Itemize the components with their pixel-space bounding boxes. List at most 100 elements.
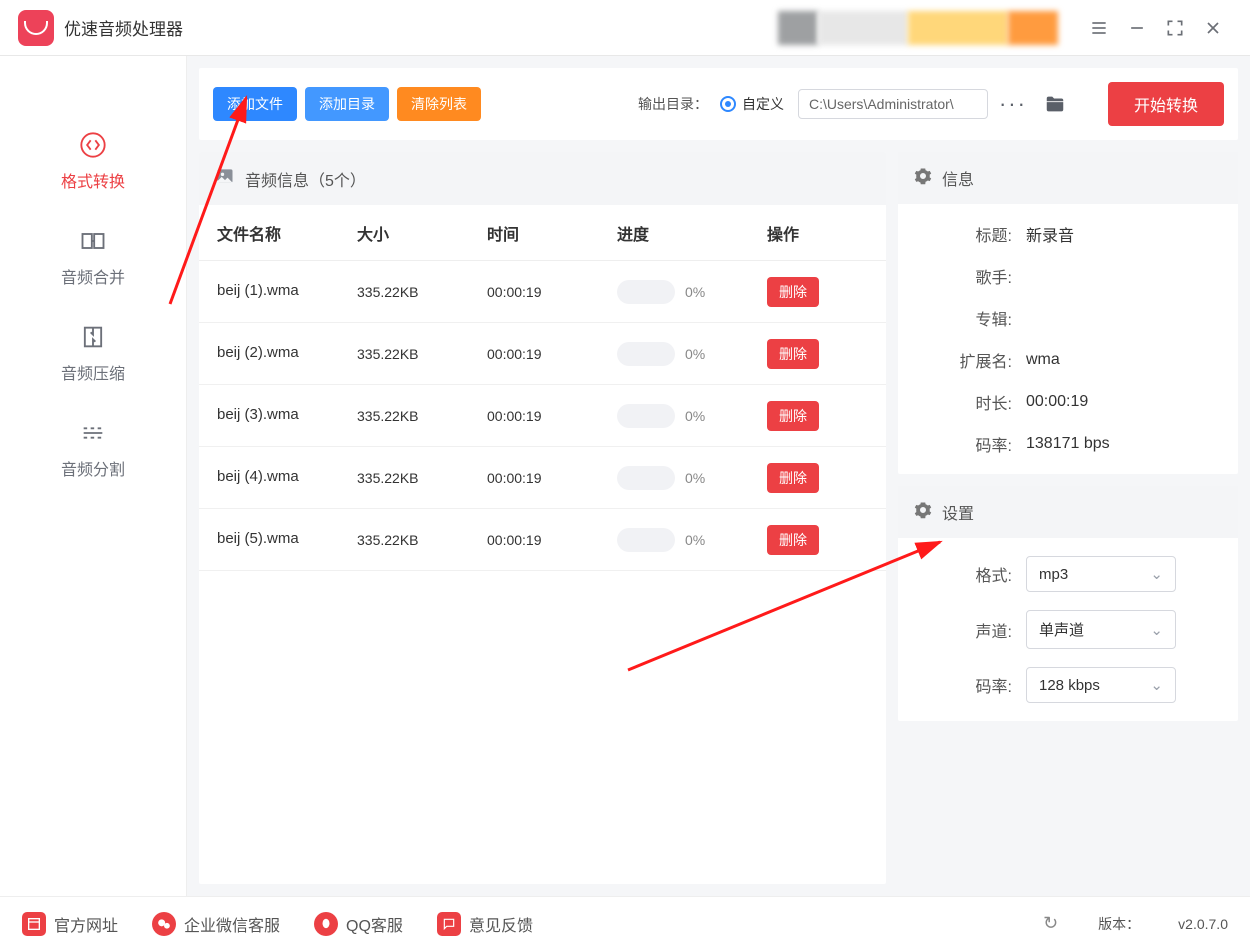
settings-panel-header: 设置 [898,486,1238,538]
info-dur-k: 时长: [920,390,1012,414]
progress-pct: 0% [685,408,705,424]
info-panel: 信息 标题: 新录音 歌手: 专辑: 扩展名: wma 时长: 00:00:19 码率… [898,152,1238,474]
file-size: 335.22KB [357,346,487,362]
info-artist-k: 歌手: [920,264,1012,288]
browse-more-button[interactable]: ··· [996,87,1030,121]
titlebar: 优速音频处理器 [0,0,1250,56]
file-time: 00:00:19 [487,346,617,362]
info-album-k: 专辑: [920,306,1012,330]
info-title-k: 标题: [920,222,1012,246]
menu-icon[interactable] [1080,12,1118,44]
col-name: 文件名称 [217,221,357,245]
progress-bar [617,280,675,304]
progress-pct: 0% [685,284,705,300]
sidebar-item-format[interactable]: 格式转换 [61,130,125,192]
output-dir-custom-radio[interactable]: 自定义 [720,94,784,114]
info-dur-v: 00:00:19 [1026,393,1088,411]
add-dir-button[interactable]: 添加目录 [305,87,389,121]
wechat-icon [152,912,176,936]
footer-link-label: 企业微信客服 [184,912,280,936]
wechat-support-link[interactable]: 企业微信客服 [152,912,280,936]
fullscreen-button[interactable] [1156,12,1194,44]
masked-ad-area [778,11,1058,45]
delete-button[interactable]: 删除 [767,463,819,493]
table-row: beij (5).wma335.22KB00:00:190%删除 [199,509,886,571]
sidebar-item-merge[interactable]: 音频合并 [61,226,125,288]
file-size: 335.22KB [357,470,487,486]
info-ext-k: 扩展名: [920,348,1012,372]
refresh-icon[interactable]: ↻ [1043,913,1058,934]
file-time: 00:00:19 [487,284,617,300]
qq-icon [314,912,338,936]
set-bitrate-k: 码率: [920,673,1012,697]
sidebar-item-split[interactable]: 音频分割 [61,418,125,480]
start-convert-button[interactable]: 开始转换 [1108,82,1224,126]
sidebar-item-label: 格式转换 [61,168,125,192]
minimize-button[interactable] [1118,12,1156,44]
info-bitrate-v: 138171 bps [1026,435,1110,453]
progress-bar [617,466,675,490]
progress-pct: 0% [685,346,705,362]
file-time: 00:00:19 [487,532,617,548]
channel-select-value: 单声道 [1039,619,1084,640]
bitrate-select-value: 128 kbps [1039,677,1100,694]
site-icon [22,912,46,936]
output-dir-label: 输出目录： [638,94,708,114]
qq-support-link[interactable]: QQ客服 [314,912,403,936]
chevron-down-icon: ⌄ [1150,565,1163,583]
file-panel-title: 音频信息（5个） [245,167,366,191]
file-size: 335.22KB [357,532,487,548]
file-panel: 音频信息（5个） 文件名称 大小 时间 进度 操作 beij (1).wma33… [199,152,886,884]
info-ext-v: wma [1026,351,1060,369]
file-size: 335.22KB [357,408,487,424]
app-logo [18,10,54,46]
settings-heading: 设置 [942,500,974,524]
file-time: 00:00:19 [487,470,617,486]
file-name: beij (5).wma [217,530,342,549]
delete-button[interactable]: 删除 [767,339,819,369]
output-dir-input[interactable]: C:\Users\Administrator\ [798,89,988,119]
official-site-link[interactable]: 官方网址 [22,912,118,936]
convert-icon [78,130,108,160]
delete-button[interactable]: 删除 [767,525,819,555]
open-folder-button[interactable] [1038,87,1072,121]
delete-button[interactable]: 删除 [767,277,819,307]
info-heading: 信息 [942,166,974,190]
col-size: 大小 [357,221,487,245]
close-button[interactable] [1194,12,1232,44]
chevron-down-icon: ⌄ [1150,676,1163,694]
radio-icon [720,96,736,112]
col-progress: 进度 [617,221,767,245]
col-op: 操作 [767,221,867,245]
gear-icon [914,501,932,524]
sidebar-item-label: 音频压缩 [61,360,125,384]
split-icon [78,418,108,448]
progress-bar [617,528,675,552]
channel-select[interactable]: 单声道 ⌄ [1026,610,1176,649]
file-name: beij (2).wma [217,344,342,363]
bitrate-select[interactable]: 128 kbps ⌄ [1026,667,1176,703]
clear-list-button[interactable]: 清除列表 [397,87,481,121]
feedback-link[interactable]: 意见反馈 [437,912,533,936]
file-name: beij (4).wma [217,468,342,487]
main-content: 添加文件 添加目录 清除列表 输出目录： 自定义 C:\Users\Admini… [186,56,1250,896]
radio-label: 自定义 [742,94,784,114]
sidebar-item-compress[interactable]: 音频压缩 [61,322,125,384]
progress-bar [617,404,675,428]
delete-button[interactable]: 删除 [767,401,819,431]
merge-icon [78,226,108,256]
footer-link-label: QQ客服 [346,912,403,936]
table-header: 文件名称 大小 时间 进度 操作 [199,205,886,261]
info-bitrate-k: 码率: [920,432,1012,456]
format-select-value: mp3 [1039,566,1068,583]
table-row: beij (2).wma 335.22KB00:00:19 0% 删除 [199,323,886,385]
sidebar-item-label: 音频合并 [61,264,125,288]
chevron-down-icon: ⌄ [1150,621,1163,639]
info-title-v: 新录音 [1026,222,1074,246]
table-row: beij (4).wma335.22KB00:00:190%删除 [199,447,886,509]
file-size: 335.22KB [357,284,487,300]
add-file-button[interactable]: 添加文件 [213,87,297,121]
format-select[interactable]: mp3 ⌄ [1026,556,1176,592]
version-label: 版本： [1098,914,1140,934]
sidebar-item-label: 音频分割 [61,456,125,480]
